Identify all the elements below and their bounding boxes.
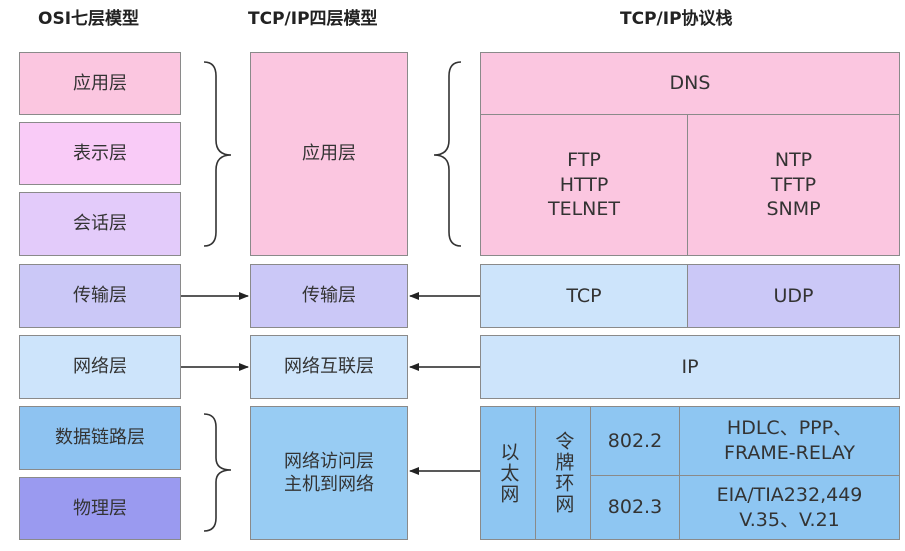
osi-upper-layers-brace [203, 61, 232, 247]
connectors-overlay [181, 61, 480, 532]
osi-lower-layers-brace [203, 413, 232, 532]
application-protocols-brace [433, 61, 462, 247]
